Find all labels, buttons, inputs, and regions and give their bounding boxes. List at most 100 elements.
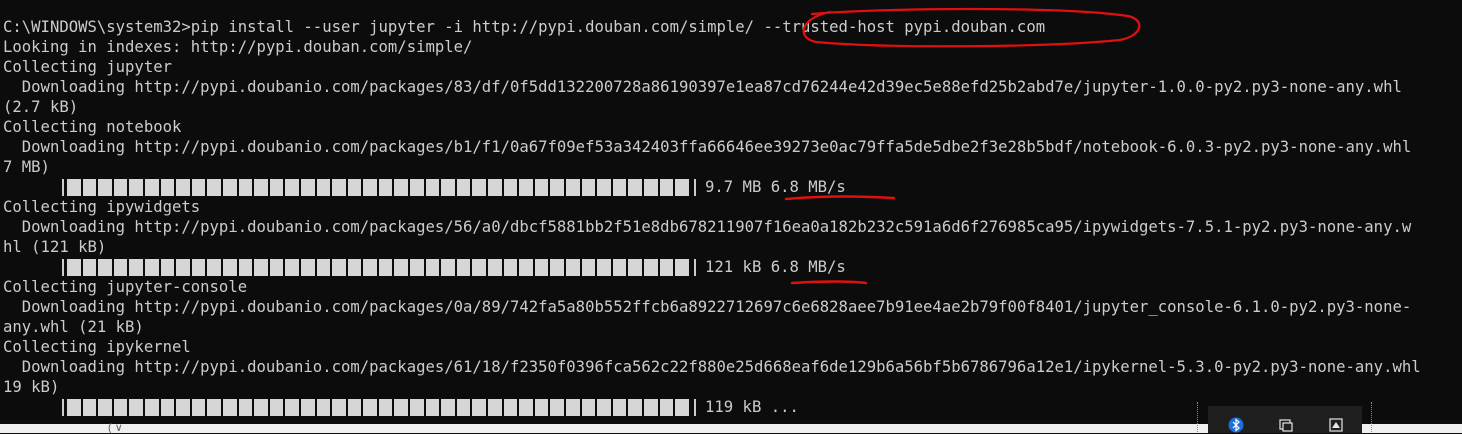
- output-line: Looking in indexes: http://pypi.douban.c…: [3, 38, 473, 56]
- progress-bar-cell: [207, 258, 221, 276]
- progress-bar-cell: [456, 398, 471, 416]
- progress-bar-cell: [254, 398, 268, 416]
- output-line: Collecting ipywidgets: [3, 198, 201, 216]
- progress-bar-cell: [332, 258, 346, 276]
- progress-bar-cell: [300, 398, 315, 416]
- progress-bar-cell: [675, 398, 689, 416]
- output-line: 19 kB): [3, 378, 60, 396]
- tray-divider-right: [1371, 402, 1380, 432]
- progress-bar-cell: [207, 178, 221, 196]
- progress-bar-cell: [113, 258, 128, 276]
- progress-bar-cell: [191, 398, 206, 416]
- bar-indent: [3, 397, 59, 417]
- progress-bar-cell: [488, 398, 502, 416]
- output-line: Downloading http://pypi.doubanio.com/pac…: [3, 78, 1402, 96]
- progress-bar-fill: [67, 178, 691, 196]
- progress-bar-left-edge: [62, 398, 64, 416]
- progress-bar-cell: [378, 258, 393, 276]
- progress-bar-cell: [67, 258, 81, 276]
- progress-bar-cell: [519, 178, 533, 196]
- progress-bar-cell: [456, 178, 471, 196]
- progress-bar-cell: [643, 398, 658, 416]
- progress-bar-cell: [363, 178, 377, 196]
- progress-bar-cell: [113, 398, 128, 416]
- progress-line: 9.7 MB 6.8 MB/s: [3, 177, 1421, 197]
- progress-bar-cell: [612, 178, 627, 196]
- progress-bar-cell: [254, 178, 268, 196]
- progress-bar-cell: [98, 178, 112, 196]
- background-peek-text: ( ∨: [108, 422, 123, 434]
- progress-bar-cell: [222, 258, 237, 276]
- progress-bar-cell: [503, 258, 518, 276]
- progress-bar-cell: [519, 398, 533, 416]
- output-line: Collecting jupyter: [3, 58, 172, 76]
- progress-bar-cell: [410, 258, 424, 276]
- progress-bar-cell: [472, 398, 487, 416]
- progress-bar: [67, 178, 691, 196]
- progress-bar-cell: [347, 398, 362, 416]
- progress-bar-cell: [472, 178, 487, 196]
- progress-bar-cell: [675, 178, 689, 196]
- progress-bar-cell: [503, 398, 518, 416]
- progress-bar-cell: [581, 258, 596, 276]
- progress-bar-cell: [488, 178, 502, 196]
- progress-bar-cell: [410, 178, 424, 196]
- progress-bar-cell: [347, 258, 362, 276]
- progress-bar-cell: [472, 258, 487, 276]
- progress-status-text: 119 kB ...: [705, 398, 799, 416]
- bluetooth-icon[interactable]: [1228, 417, 1244, 433]
- command-line: C:\WINDOWS\system32>pip install --user j…: [3, 18, 1046, 36]
- progress-bar-cell: [332, 398, 346, 416]
- progress-bar-left-edge: [62, 258, 64, 276]
- progress-bar-cell: [534, 258, 549, 276]
- progress-bar-cell: [612, 398, 627, 416]
- progress-bar-cell: [269, 398, 284, 416]
- progress-bar-cell: [425, 258, 440, 276]
- progress-bar-cell: [332, 178, 346, 196]
- progress-bar-cell: [238, 398, 253, 416]
- progress-bar-cell: [82, 398, 97, 416]
- progress-bar-cell: [581, 178, 596, 196]
- window-icon[interactable]: [1278, 417, 1294, 433]
- output-line: 7 MB): [3, 158, 50, 176]
- progress-bar-cell: [550, 258, 564, 276]
- console-window[interactable]: C:\WINDOWS\system32>pip install --user j…: [0, 0, 1462, 424]
- output-line: Collecting ipykernel: [3, 338, 191, 356]
- output-line: (2.7 kB): [3, 98, 79, 116]
- tray-divider: [1197, 402, 1206, 432]
- progress-bar-fill: [67, 398, 691, 416]
- progress-bar-cell: [441, 398, 455, 416]
- progress-bar-cell: [534, 178, 549, 196]
- progress-bar-cell: [300, 258, 315, 276]
- progress-bar-cell: [628, 398, 642, 416]
- bar-indent: [3, 257, 59, 277]
- progress-bar-cell: [285, 178, 299, 196]
- progress-bar-cell: [191, 258, 206, 276]
- progress-bar-right-edge: [694, 258, 696, 276]
- progress-bar-cell: [410, 398, 424, 416]
- progress-bar-cell: [269, 178, 284, 196]
- output-line: Downloading http://pypi.doubanio.com/pac…: [3, 218, 1412, 236]
- progress-bar-cell: [659, 178, 674, 196]
- progress-bar-right-edge: [694, 178, 696, 196]
- progress-bar-fill: [67, 258, 691, 276]
- progress-bar-cell: [441, 258, 455, 276]
- progress-bar-cell: [238, 178, 253, 196]
- progress-bar-cell: [254, 258, 268, 276]
- progress-bar-cell: [316, 178, 331, 196]
- progress-bar-cell: [300, 178, 315, 196]
- progress-bar-cell: [378, 178, 393, 196]
- progress-bar-cell: [675, 258, 689, 276]
- progress-line: 121 kB 6.8 MB/s: [3, 257, 1421, 277]
- progress-bar-cell: [176, 258, 190, 276]
- progress-bar-cell: [82, 258, 97, 276]
- progress-bar-cell: [566, 178, 580, 196]
- progress-bar-cell: [144, 178, 159, 196]
- progress-bar-cell: [550, 178, 564, 196]
- progress-bar-cell: [222, 178, 237, 196]
- progress-bar-cell: [488, 258, 502, 276]
- network-icon[interactable]: [1328, 417, 1344, 433]
- progress-bar-cell: [425, 178, 440, 196]
- progress-bar-cell: [98, 398, 112, 416]
- progress-bar-cell: [394, 178, 409, 196]
